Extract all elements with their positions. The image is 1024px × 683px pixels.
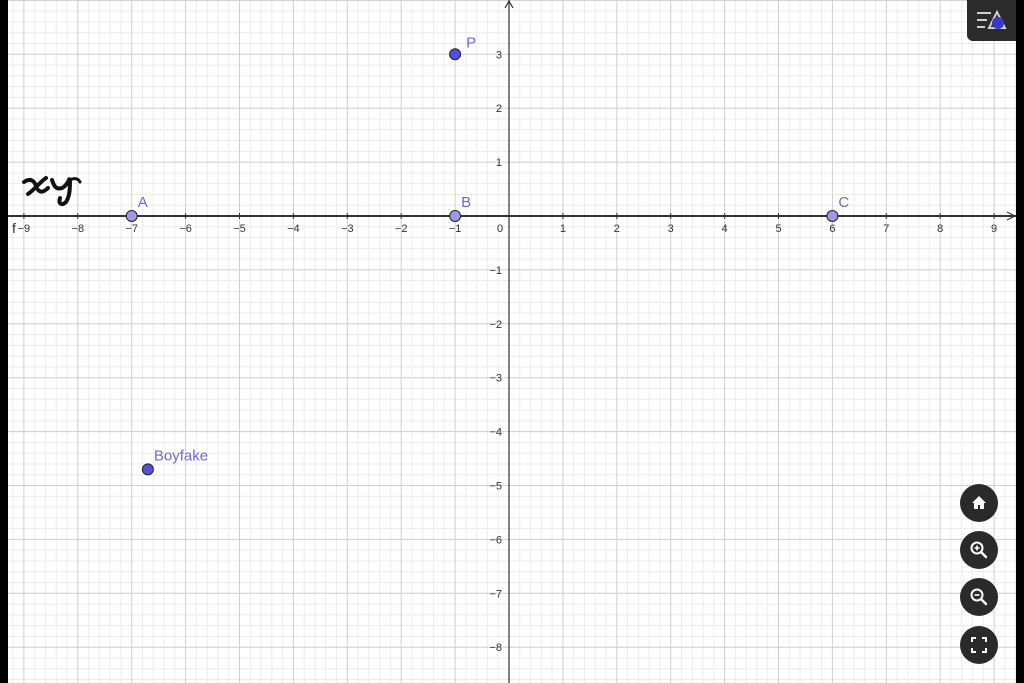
zoom-out-icon [970, 588, 988, 606]
y-tick-label: 3 [496, 49, 502, 61]
tick-labels: −9 −8 −7 −6 −5 −4 −3 −2 −1 0 1 2 3 4 5 6 7 8 9 1 2 3 −1 −2 −3 −4 −… [18, 49, 998, 654]
point-a[interactable]: A [125, 194, 148, 222]
x-tick-label: 3 [668, 223, 674, 235]
point-marker[interactable] [449, 48, 462, 61]
point-p[interactable]: P [449, 34, 477, 61]
y-tick-label: −7 [489, 588, 502, 600]
home-icon [972, 496, 986, 509]
x-tick-label: 8 [937, 223, 943, 235]
line-label-f: f [12, 220, 16, 236]
point-c[interactable]: C [826, 194, 850, 222]
y-tick-label: 2 [496, 103, 502, 115]
point-marker[interactable] [826, 210, 839, 222]
x-tick-label: −7 [125, 223, 138, 235]
x-tick-label: 7 [883, 223, 889, 235]
y-tick-label: −8 [489, 642, 502, 654]
y-tick-label: 1 [496, 157, 502, 169]
x-tick-label: −1 [449, 223, 462, 235]
point-marker[interactable] [449, 210, 462, 222]
point-label: C [838, 194, 849, 211]
zoom-in-icon [970, 541, 988, 559]
point-label: B [461, 194, 471, 211]
x-tick-label: −5 [233, 223, 246, 235]
y-tick-label: −3 [489, 373, 502, 385]
x-tick-label: 9 [991, 223, 997, 235]
graphics-view[interactable]: −9 −8 −7 −6 −5 −4 −3 −2 −1 0 1 2 3 4 5 6 7 8 9 1 2 3 −1 −2 −3 −4 −… [8, 0, 1016, 683]
fullscreen-button[interactable] [960, 626, 998, 664]
fullscreen-icon [971, 637, 987, 653]
y-tick-label: −5 [489, 481, 502, 493]
x-tick-label: −2 [395, 223, 408, 235]
home-button[interactable] [960, 484, 998, 522]
x-tick-label: −4 [287, 223, 300, 235]
minor-gridlines [8, 0, 1016, 683]
handwritten-xy-label [22, 176, 82, 207]
x-tick-label: −8 [72, 223, 85, 235]
x-tick-label: −3 [341, 223, 354, 235]
x-tick-label: 4 [722, 223, 728, 235]
y-tick-label: −1 [489, 265, 502, 277]
y-tick-label: −4 [489, 427, 502, 439]
x-tick-label: −9 [18, 223, 31, 235]
x-tick-label: 2 [614, 223, 620, 235]
x-tick-label: −6 [179, 223, 192, 235]
graphics-style-icon [977, 9, 1007, 29]
x-tick-label: 6 [829, 223, 835, 235]
x-tick-label: 1 [560, 223, 566, 235]
zoom-in-button[interactable] [960, 531, 998, 569]
point-label: Boyfake [154, 447, 208, 464]
x-tick-label: 5 [775, 223, 781, 235]
x-tick-label: 0 [497, 223, 503, 235]
zoom-out-button[interactable] [960, 578, 998, 616]
style-menu-button[interactable] [967, 0, 1016, 41]
point-label: P [466, 34, 476, 51]
point-b[interactable]: B [449, 194, 472, 222]
point-marker[interactable] [125, 210, 138, 222]
y-tick-label: −2 [489, 319, 502, 331]
coordinate-plane[interactable]: −9 −8 −7 −6 −5 −4 −3 −2 −1 0 1 2 3 4 5 6 7 8 9 1 2 3 −1 −2 −3 −4 −… [8, 0, 1016, 683]
point-marker[interactable] [141, 463, 154, 476]
y-tick-label: −6 [489, 534, 502, 546]
point-label: A [138, 194, 148, 211]
